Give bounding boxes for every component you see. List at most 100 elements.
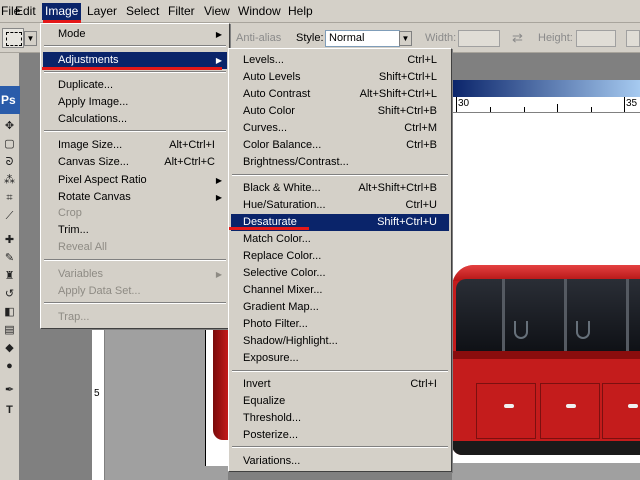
- menu-separator: [232, 174, 448, 176]
- height-field[interactable]: [576, 30, 616, 47]
- menu-item-brightness-contrast[interactable]: Brightness/Contrast...: [231, 154, 449, 171]
- menu-filter[interactable]: Filter: [167, 3, 196, 20]
- menu-item-channel-mixer[interactable]: Channel Mixer...: [231, 282, 449, 299]
- menu-item-label: Auto Levels: [243, 71, 301, 83]
- menu-item-selective-color[interactable]: Selective Color...: [231, 265, 449, 282]
- menu-item-shortcut: Alt+Shift+Ctrl+B: [358, 182, 437, 194]
- menu-item-trap[interactable]: Trap...: [43, 309, 227, 326]
- menu-item-hue-saturation[interactable]: Hue/Saturation... Ctrl+U: [231, 197, 449, 214]
- menu-item-match-color[interactable]: Match Color...: [231, 231, 449, 248]
- menu-item-trim[interactable]: Trim...: [43, 222, 227, 239]
- blur-tool-icon[interactable]: ◆: [1, 341, 18, 356]
- menu-item-label: Duplicate...: [58, 79, 114, 91]
- menu-item-auto-color[interactable]: Auto Color Shift+Ctrl+B: [231, 103, 449, 120]
- marquee-tool-icon[interactable]: ▢: [1, 137, 18, 152]
- menu-select[interactable]: Select: [125, 3, 160, 20]
- eraser-tool-icon[interactable]: ◧: [1, 305, 18, 320]
- menu-edit[interactable]: Edit: [14, 3, 37, 20]
- menu-item-label: Trap...: [58, 311, 90, 323]
- ruler-tick: [591, 107, 592, 112]
- menu-item-label: Photo Filter...: [243, 318, 308, 330]
- menu-item-equalize[interactable]: Equalize: [231, 393, 449, 410]
- photoshop-logo[interactable]: Ps: [0, 86, 20, 114]
- lasso-tool-icon[interactable]: ᘐ: [1, 155, 18, 170]
- dodge-tool-icon[interactable]: ●: [1, 359, 18, 374]
- menu-item-image-size[interactable]: Image Size... Alt+Ctrl+I: [43, 137, 227, 154]
- menu-item-gradient-map[interactable]: Gradient Map...: [231, 299, 449, 316]
- menu-item-auto-contrast[interactable]: Auto Contrast Alt+Shift+Ctrl+L: [231, 86, 449, 103]
- menu-item-exposure[interactable]: Exposure...: [231, 350, 449, 367]
- type-tool-icon[interactable]: T: [1, 403, 18, 418]
- menu-item-label: Crop: [58, 207, 82, 219]
- menu-item-shortcut: Alt+Shift+Ctrl+L: [359, 88, 437, 100]
- menu-layer[interactable]: Layer: [86, 3, 118, 20]
- menu-item-shadow-highlight[interactable]: Shadow/Highlight...: [231, 333, 449, 350]
- move-tool-icon[interactable]: ✥: [1, 119, 18, 134]
- menu-item-shortcut: Shift+Ctrl+L: [378, 71, 437, 83]
- menu-item-invert[interactable]: Invert Ctrl+I: [231, 376, 449, 393]
- menu-item-replace-color[interactable]: Replace Color...: [231, 248, 449, 265]
- swap-dimensions-icon[interactable]: ⇄: [512, 30, 523, 46]
- menu-item-apply-data-set[interactable]: Apply Data Set...: [43, 283, 227, 300]
- ruler-tick: [490, 107, 491, 112]
- menu-item-curves[interactable]: Curves... Ctrl+M: [231, 120, 449, 137]
- menu-item-label: Posterize...: [243, 429, 299, 441]
- menu-item-shortcut: Ctrl+L: [407, 54, 437, 66]
- menu-item-label: Shadow/Highlight...: [243, 335, 338, 347]
- menu-item-canvas-size[interactable]: Canvas Size... Alt+Ctrl+C: [43, 154, 227, 171]
- menu-view[interactable]: View: [203, 3, 231, 20]
- submenu-arrow-icon: ▶: [215, 176, 222, 185]
- style-select[interactable]: Normal: [325, 30, 400, 47]
- menu-item-calculations[interactable]: Calculations...: [43, 111, 227, 128]
- marquee-preset-icon[interactable]: [2, 28, 24, 48]
- clone-stamp-icon[interactable]: ♜: [1, 269, 18, 284]
- menu-item-variables[interactable]: Variables ▶: [43, 266, 227, 283]
- menu-item-apply-image[interactable]: Apply Image...: [43, 94, 227, 111]
- bus-seat: [514, 321, 528, 339]
- menu-item-duplicate[interactable]: Duplicate...: [43, 77, 227, 94]
- bus-panel: [602, 383, 640, 439]
- menu-item-label: Image Size...: [58, 139, 123, 151]
- crop-tool-icon[interactable]: ⌗: [1, 191, 18, 206]
- menu-item-photo-filter[interactable]: Photo Filter...: [231, 316, 449, 333]
- menu-item-shortcut: Alt+Ctrl+I: [169, 139, 215, 151]
- bus-handle: [504, 404, 514, 408]
- menu-item-pixel-aspect-ratio[interactable]: Pixel Aspect Ratio ▶: [43, 172, 227, 189]
- menu-item-rotate-canvas[interactable]: Rotate Canvas ▶: [43, 189, 227, 206]
- preset-dropdown-button[interactable]: ▼: [24, 31, 37, 46]
- submenu-arrow-icon: ▶: [215, 30, 222, 39]
- menu-separator: [44, 45, 226, 47]
- menu-item-posterize[interactable]: Posterize...: [231, 427, 449, 444]
- menu-item-label: Variables: [58, 268, 104, 280]
- menu-window[interactable]: Window: [237, 3, 282, 20]
- menu-item-label: Black & White...: [243, 182, 321, 194]
- menu-item-label: Pixel Aspect Ratio: [58, 174, 147, 186]
- menu-item-label: Gradient Map...: [243, 301, 319, 313]
- menu-item-mode[interactable]: Mode ▶: [43, 26, 227, 43]
- slice-tool-icon[interactable]: ⟋: [1, 209, 18, 224]
- menu-item-threshold[interactable]: Threshold...: [231, 410, 449, 427]
- menu-item-crop[interactable]: Crop: [43, 205, 227, 222]
- menu-item-black-white[interactable]: Black & White... Alt+Shift+Ctrl+B: [231, 180, 449, 197]
- menu-item-variations[interactable]: Variations...: [231, 453, 449, 470]
- menu-separator: [232, 370, 448, 372]
- pen-tool-icon[interactable]: ✒: [1, 383, 18, 398]
- width-field[interactable]: [458, 30, 500, 47]
- history-brush-icon[interactable]: ↺: [1, 287, 18, 302]
- menu-help[interactable]: Help: [287, 3, 314, 20]
- gradient-tool-icon[interactable]: ▤: [1, 323, 18, 338]
- refine-edge-button[interactable]: [626, 30, 640, 47]
- healing-brush-icon[interactable]: ✚: [1, 233, 18, 248]
- menu-item-reveal-all[interactable]: Reveal All: [43, 239, 227, 256]
- document-title-bar[interactable]: [452, 80, 640, 97]
- menu-item-label: Hue/Saturation...: [243, 199, 326, 211]
- menu-image[interactable]: Image: [42, 3, 82, 20]
- brush-tool-icon[interactable]: ✎: [1, 251, 18, 266]
- menu-item-levels[interactable]: Levels... Ctrl+L: [231, 52, 449, 69]
- magic-wand-icon[interactable]: ⁂: [1, 173, 18, 188]
- ruler-tick: [524, 107, 525, 112]
- style-dropdown-button[interactable]: ▼: [399, 31, 412, 46]
- menu-item-auto-levels[interactable]: Auto Levels Shift+Ctrl+L: [231, 69, 449, 86]
- menu-separator: [44, 130, 226, 132]
- menu-item-color-balance[interactable]: Color Balance... Ctrl+B: [231, 137, 449, 154]
